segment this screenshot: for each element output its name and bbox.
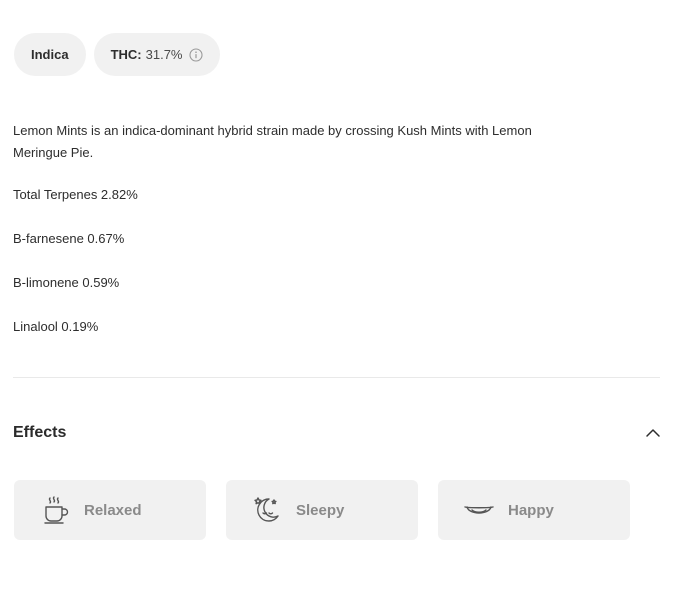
strain-type-chip[interactable]: Indica	[14, 33, 86, 76]
terpene-item: Linalool 0.19%	[13, 319, 99, 334]
moon-stars-icon	[250, 493, 284, 527]
effect-card-relaxed[interactable]: Relaxed	[14, 480, 206, 540]
thc-value: 31.7%	[145, 47, 183, 62]
effect-card-sleepy[interactable]: Sleepy	[226, 480, 418, 540]
effect-label: Relaxed	[84, 501, 142, 519]
terpene-item: B-farnesene 0.67%	[13, 231, 125, 246]
strain-chips: Indica THC: 31.7%	[14, 33, 220, 76]
effect-card-happy[interactable]: Happy	[438, 480, 630, 540]
info-icon[interactable]	[188, 47, 203, 62]
thc-chip: THC: 31.7%	[93, 33, 220, 76]
terpene-item: B-limonene 0.59%	[13, 275, 120, 290]
section-divider	[13, 377, 660, 378]
strain-type-label: Indica	[31, 47, 69, 62]
effects-list: Relaxed Sleepy Happy	[14, 480, 630, 540]
chevron-up-icon[interactable]	[645, 425, 661, 441]
effect-label: Sleepy	[296, 501, 345, 519]
tea-cup-icon	[38, 493, 72, 527]
thc-label: THC:	[110, 47, 142, 62]
effect-label: Happy	[508, 501, 554, 519]
strain-description: Lemon Mints is an indica-dominant hybrid…	[13, 123, 532, 160]
total-terpenes: Total Terpenes 2.82%	[13, 187, 138, 202]
effects-header[interactable]: Effects	[13, 420, 661, 446]
effects-title: Effects	[13, 424, 67, 441]
smile-icon	[462, 493, 496, 527]
